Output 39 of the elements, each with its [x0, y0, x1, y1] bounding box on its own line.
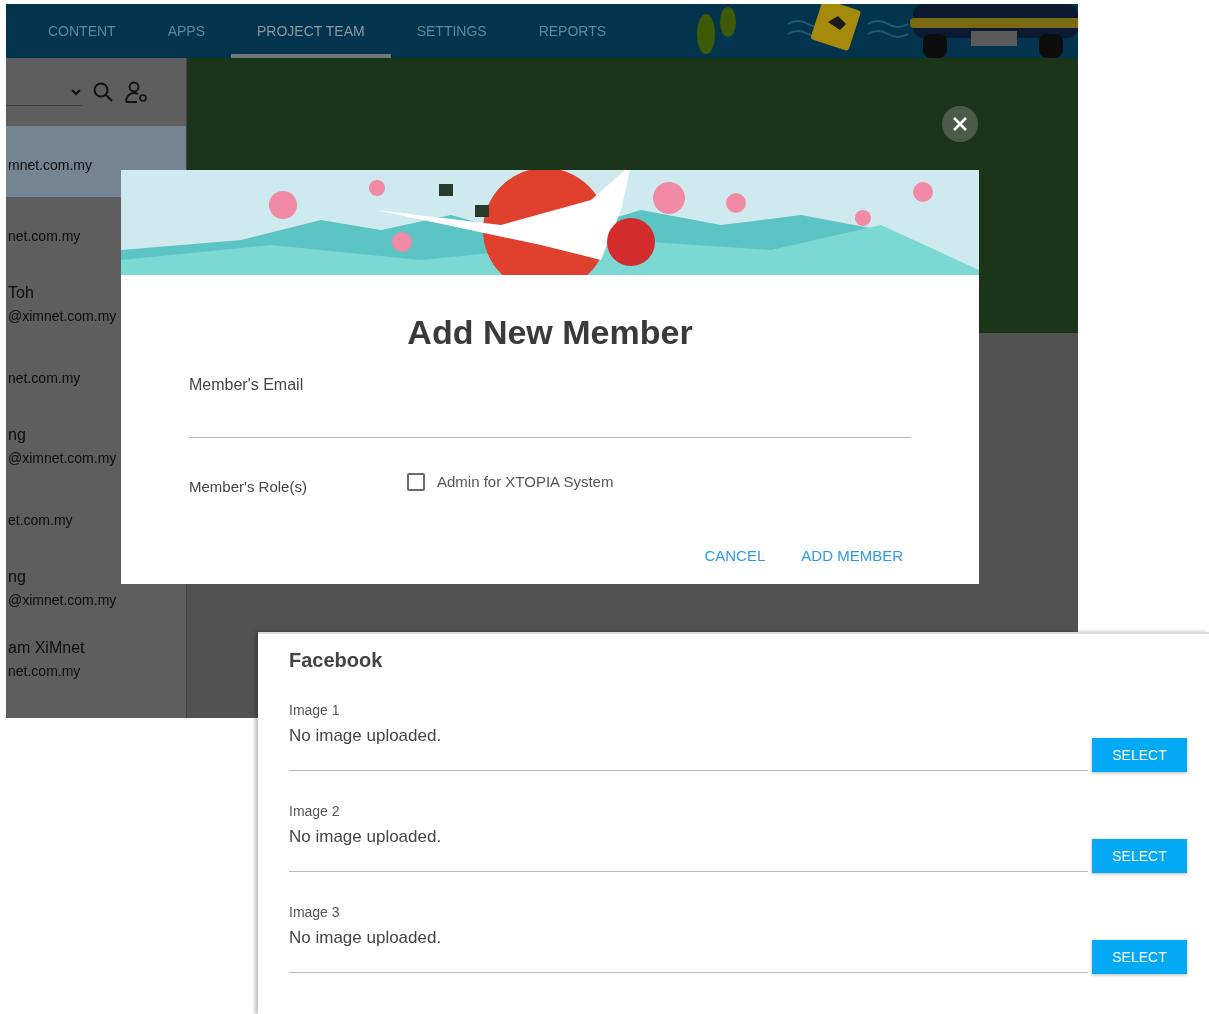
field-value: No image uploaded.	[289, 827, 443, 847]
email-label: Member's Email	[189, 376, 305, 394]
member-email: net.com.my	[8, 227, 82, 244]
nav-tab[interactable]: REPORTS	[512, 4, 633, 58]
member-email: @ximnet.com.my	[8, 449, 118, 466]
member-name: Toh	[8, 283, 35, 302]
member-list-item[interactable]: am XiMnet net.com.my	[6, 623, 186, 694]
member-email: mnet.com.my	[8, 156, 93, 173]
field-value: No image uploaded.	[289, 928, 443, 948]
field-value: No image uploaded.	[289, 726, 443, 746]
field-label: Image 2	[289, 803, 341, 819]
member-email: net.com.my	[8, 662, 82, 679]
select-button[interactable]: SELECT	[1092, 839, 1187, 873]
user-settings-icon[interactable]	[124, 81, 148, 103]
member-name: ng	[8, 425, 27, 444]
select-button[interactable]: SELECT	[1092, 940, 1187, 974]
member-email: @ximnet.com.my	[8, 591, 118, 608]
chevron-down-icon	[70, 87, 82, 96]
dialog-button[interactable]: CANCEL	[696, 543, 774, 568]
nav-tab[interactable]: SETTINGS	[390, 4, 513, 58]
member-list-item[interactable]: ng @ximnet.com.my	[6, 552, 186, 623]
field-label: Image 3	[289, 904, 341, 920]
member-email: @ximnet.com.my	[8, 307, 118, 324]
role-label: Member's Role(s)	[189, 478, 308, 495]
member-email: net.com.my	[8, 369, 82, 386]
section-title: Facebook	[289, 649, 384, 672]
member-name: am XiMnet	[8, 638, 86, 657]
search-icon[interactable]	[92, 81, 114, 103]
member-name: ng	[8, 567, 27, 586]
checkbox-label: Admin for XTOPIA System	[437, 473, 614, 490]
close-icon	[952, 116, 968, 132]
dialog-button[interactable]: ADD MEMBER	[793, 543, 911, 568]
dialog-title: Add New Member	[406, 313, 694, 352]
checkbox[interactable]	[407, 472, 425, 491]
field-label: Image 1	[289, 702, 341, 718]
nav-tab[interactable]: CONTENT	[22, 4, 142, 58]
member-email: et.com.my	[8, 511, 74, 528]
nav-tab[interactable]: APPS	[141, 4, 232, 58]
select-button[interactable]: SELECT	[1092, 738, 1187, 772]
